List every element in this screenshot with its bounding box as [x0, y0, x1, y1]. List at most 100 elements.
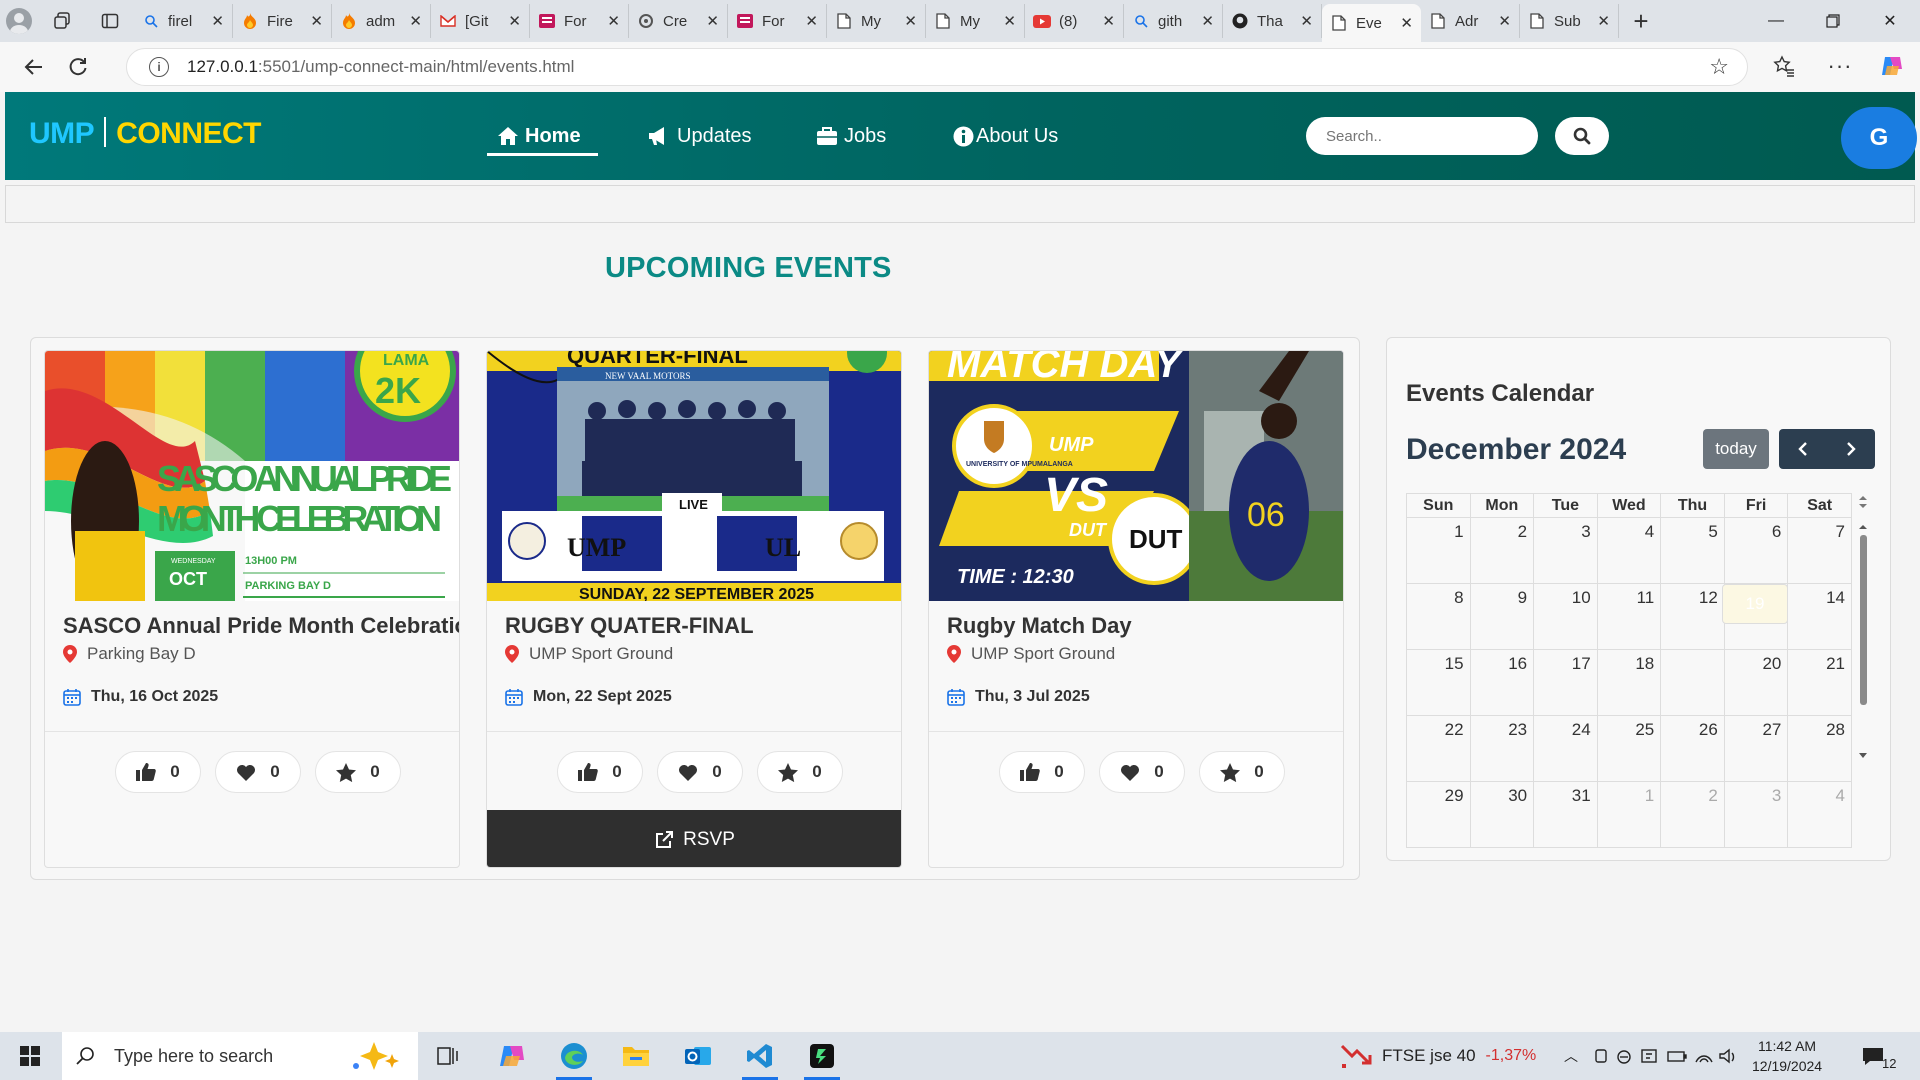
calendar-day[interactable]: 12: [1660, 583, 1725, 650]
calendar-day[interactable]: 4: [1787, 781, 1852, 848]
browser-tab[interactable]: For ✕: [530, 4, 629, 38]
copilot-icon[interactable]: [1872, 46, 1912, 86]
calendar-day[interactable]: 30: [1469, 781, 1535, 848]
new-tab-button[interactable]: +: [1619, 0, 1663, 42]
workspaces-icon[interactable]: [38, 0, 86, 42]
browser-tab[interactable]: gith ✕: [1124, 4, 1223, 38]
star-button[interactable]: 0: [757, 751, 843, 793]
start-button[interactable]: [2, 1032, 58, 1080]
browser-tab[interactable]: For ✕: [728, 4, 827, 38]
taskbar-app[interactable]: [794, 1032, 850, 1080]
heart-button[interactable]: 0: [215, 751, 301, 793]
close-tab-icon[interactable]: ✕: [706, 12, 719, 30]
calendar-day[interactable]: 7: [1787, 517, 1852, 584]
calendar-day[interactable]: 16: [1469, 649, 1535, 716]
user-avatar[interactable]: G: [1841, 107, 1917, 169]
search-button[interactable]: [1555, 117, 1609, 155]
calendar-day[interactable]: 17: [1533, 649, 1598, 716]
nav-about-us[interactable]: About Us: [953, 92, 1058, 180]
refresh-button[interactable]: [58, 47, 98, 87]
close-tab-icon[interactable]: ✕: [805, 12, 818, 30]
minimize-button[interactable]: —: [1748, 0, 1804, 42]
event-card[interactable]: QUARTER-FINAL NEW VAAL MOTORS UMP VS UL: [486, 350, 902, 868]
heart-button[interactable]: 0: [657, 751, 743, 793]
event-card[interactable]: MATCH DAY UNIVERSITY OF MPUMALANGA UMP V…: [928, 350, 1344, 868]
task-view-button[interactable]: [420, 1032, 476, 1080]
calendar-day[interactable]: 26: [1660, 715, 1725, 782]
taskbar-copilot[interactable]: [484, 1032, 540, 1080]
nav-jobs[interactable]: Jobs: [816, 92, 886, 180]
calendar-day[interactable]: 2: [1660, 781, 1725, 848]
calendar-day[interactable]: 19: [1722, 584, 1788, 624]
calendar-day[interactable]: 1: [1596, 781, 1662, 848]
calendar-day[interactable]: 18: [1596, 649, 1662, 716]
close-tab-icon[interactable]: ✕: [409, 12, 422, 30]
heart-button[interactable]: 0: [1099, 751, 1185, 793]
event-card[interactable]: LAMA 2K SASCO ANNUAL PRIDE MONTH CELEBRA…: [44, 350, 460, 868]
calendar-day[interactable]: 10: [1533, 583, 1598, 650]
calendar-day[interactable]: 24: [1533, 715, 1598, 782]
favorite-star-icon[interactable]: ☆: [1709, 54, 1729, 80]
site-logo[interactable]: UMP CONNECT: [29, 117, 262, 151]
browser-tab[interactable]: adm ✕: [332, 4, 431, 38]
close-tab-icon[interactable]: ✕: [1003, 12, 1016, 30]
back-button[interactable]: [14, 47, 54, 87]
calendar-day[interactable]: 21: [1787, 649, 1852, 716]
browser-tab[interactable]: Cre ✕: [629, 4, 728, 38]
taskbar-file-explorer[interactable]: [608, 1032, 664, 1080]
today-button[interactable]: today: [1703, 429, 1769, 469]
restore-button[interactable]: [1805, 0, 1861, 42]
notifications-button[interactable]: 12: [1862, 1032, 1896, 1080]
tray-icons[interactable]: [1594, 1032, 1744, 1080]
profile-button[interactable]: [0, 0, 38, 42]
close-window-button[interactable]: ✕: [1862, 0, 1918, 42]
search-input[interactable]: [1306, 117, 1538, 155]
calendar-day[interactable]: 6: [1723, 517, 1789, 584]
calendar-day[interactable]: 15: [1406, 649, 1471, 716]
browser-tab[interactable]: Eve ✕: [1322, 4, 1421, 42]
url-field[interactable]: i 127.0.0.1:5501/ump-connect-main/html/e…: [126, 48, 1748, 86]
star-button[interactable]: 0: [315, 751, 401, 793]
close-tab-icon[interactable]: ✕: [1498, 12, 1511, 30]
calendar-day[interactable]: 1: [1406, 517, 1471, 584]
nav-home[interactable]: Home: [497, 92, 581, 180]
like-button[interactable]: 0: [999, 751, 1085, 793]
stock-widget[interactable]: FTSE jse 40 -1,37%: [1340, 1032, 1536, 1080]
more-menu-icon[interactable]: ···: [1820, 46, 1860, 86]
calendar-day[interactable]: 20: [1723, 649, 1789, 716]
site-info-icon[interactable]: i: [149, 57, 169, 77]
close-tab-icon[interactable]: ✕: [607, 12, 620, 30]
calendar-day[interactable]: 2: [1469, 517, 1535, 584]
calendar-day[interactable]: 14: [1787, 583, 1852, 650]
next-month-button[interactable]: [1827, 429, 1875, 469]
browser-tab[interactable]: firel ✕: [134, 4, 233, 38]
calendar-day[interactable]: 8: [1406, 583, 1471, 650]
close-tab-icon[interactable]: ✕: [904, 12, 917, 30]
show-hidden-icons[interactable]: ︿: [1564, 1032, 1578, 1080]
calendar-day[interactable]: 5: [1660, 517, 1725, 584]
taskbar-vscode[interactable]: [732, 1032, 788, 1080]
favorites-icon[interactable]: [1764, 46, 1804, 86]
calendar-day[interactable]: 3: [1533, 517, 1598, 584]
close-tab-icon[interactable]: ✕: [211, 12, 224, 30]
browser-tab[interactable]: My ✕: [926, 4, 1025, 38]
close-tab-icon[interactable]: ✕: [508, 12, 521, 30]
browser-tab[interactable]: Adr ✕: [1421, 4, 1520, 38]
nav-updates[interactable]: Updates: [647, 92, 752, 180]
rsvp-button[interactable]: RSVP: [487, 810, 901, 867]
clock[interactable]: 11:42 AM 12/19/2024: [1752, 1032, 1822, 1080]
star-button[interactable]: 0: [1199, 751, 1285, 793]
browser-tab[interactable]: [Git ✕: [431, 4, 530, 38]
close-tab-icon[interactable]: ✕: [1201, 12, 1214, 30]
calendar-day[interactable]: 25: [1596, 715, 1662, 782]
close-tab-icon[interactable]: ✕: [1597, 12, 1610, 30]
browser-tab[interactable]: Tha ✕: [1223, 4, 1322, 38]
calendar-day[interactable]: 27: [1723, 715, 1789, 782]
tab-actions-icon[interactable]: [86, 0, 134, 42]
browser-tab[interactable]: Sub ✕: [1520, 4, 1619, 38]
taskbar-outlook[interactable]: [670, 1032, 726, 1080]
calendar-day[interactable]: 29: [1406, 781, 1471, 848]
calendar-day[interactable]: 3: [1723, 781, 1789, 848]
calendar-scrollbar[interactable]: [1857, 495, 1869, 855]
browser-tab[interactable]: (8) ✕: [1025, 4, 1124, 38]
